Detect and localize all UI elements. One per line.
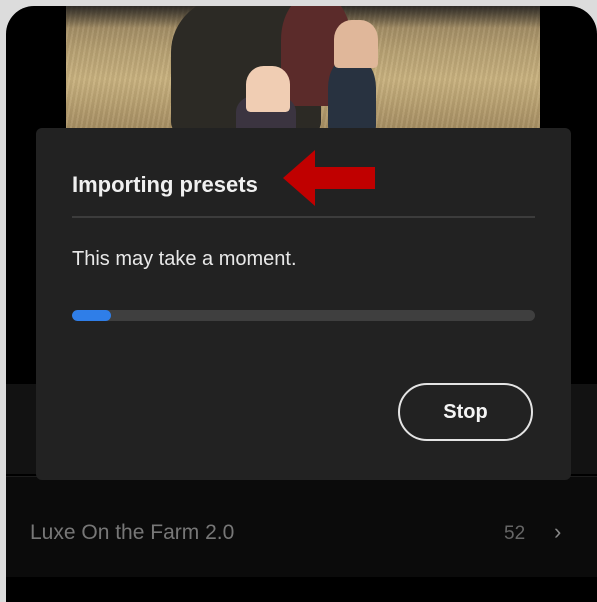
import-progress-bar bbox=[72, 310, 535, 321]
dialog-divider bbox=[72, 216, 535, 218]
photo-figure bbox=[334, 20, 378, 68]
preset-group-row[interactable]: Luxe On the Farm 2.0 52 › bbox=[6, 476, 597, 577]
family-photo bbox=[66, 6, 540, 128]
preset-group-name: Luxe On the Farm 2.0 bbox=[30, 521, 235, 544]
preset-count: 52 bbox=[504, 523, 526, 544]
progress-fill bbox=[72, 310, 112, 321]
chevron-right-icon: › bbox=[554, 519, 562, 544]
dialog-message: This may take a moment. bbox=[72, 248, 297, 270]
red-arrow-annotation-icon bbox=[283, 150, 375, 206]
photo-figure bbox=[246, 66, 290, 112]
dialog-title: Importing presets bbox=[72, 172, 258, 197]
photo-figure bbox=[328, 58, 376, 128]
stop-button[interactable]: Stop bbox=[398, 383, 533, 441]
